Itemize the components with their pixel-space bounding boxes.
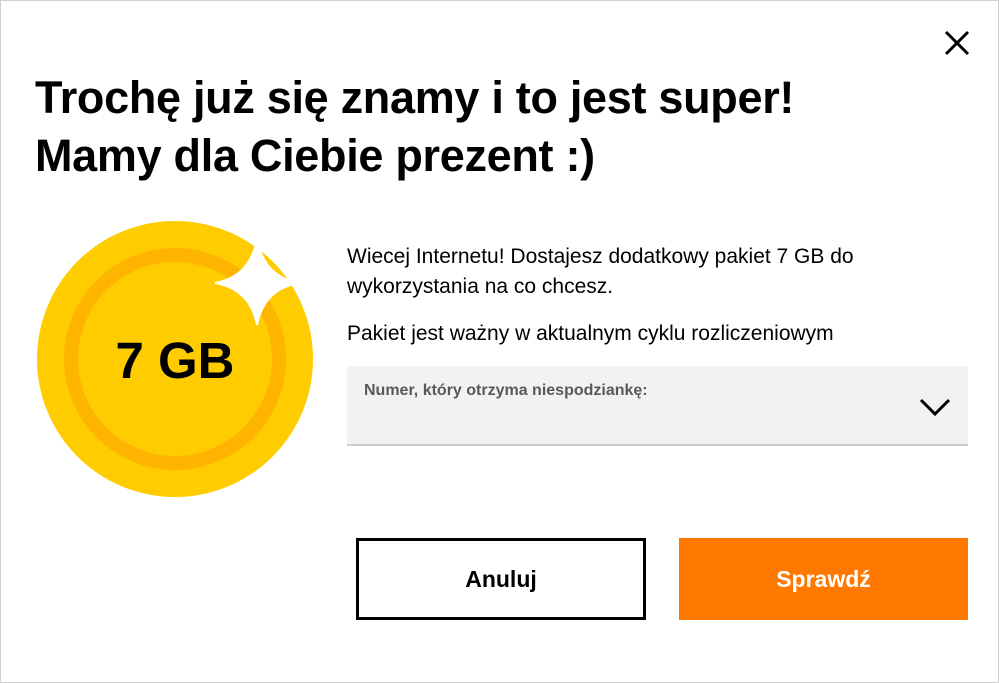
dialog-title: Trochę już się znamy i to jest super! Ma… bbox=[35, 69, 794, 185]
gift-dialog: Trochę już się znamy i to jest super! Ma… bbox=[0, 0, 999, 683]
gift-amount-label: 7 GB bbox=[115, 332, 235, 389]
number-select[interactable]: Numer, który otrzyma niespodziankę: bbox=[347, 366, 968, 446]
dialog-title-line2: Mamy dla Ciebie prezent :) bbox=[35, 130, 595, 181]
chevron-down-icon[interactable] bbox=[917, 394, 953, 418]
number-select-label: Numer, który otrzyma niespodziankę: bbox=[364, 382, 648, 399]
gift-validity-note: Pakiet jest ważny w aktualnym cyklu rozl… bbox=[347, 322, 834, 345]
gift-description: Wiecej Internetu! Dostajesz dodatkowy pa… bbox=[347, 245, 854, 298]
check-button[interactable]: Sprawdź bbox=[679, 538, 968, 620]
close-button[interactable] bbox=[941, 27, 973, 59]
dialog-title-line1: Trochę już się znamy i to jest super! bbox=[35, 72, 795, 123]
cancel-button[interactable]: Anuluj bbox=[356, 538, 646, 620]
close-icon bbox=[944, 30, 970, 56]
